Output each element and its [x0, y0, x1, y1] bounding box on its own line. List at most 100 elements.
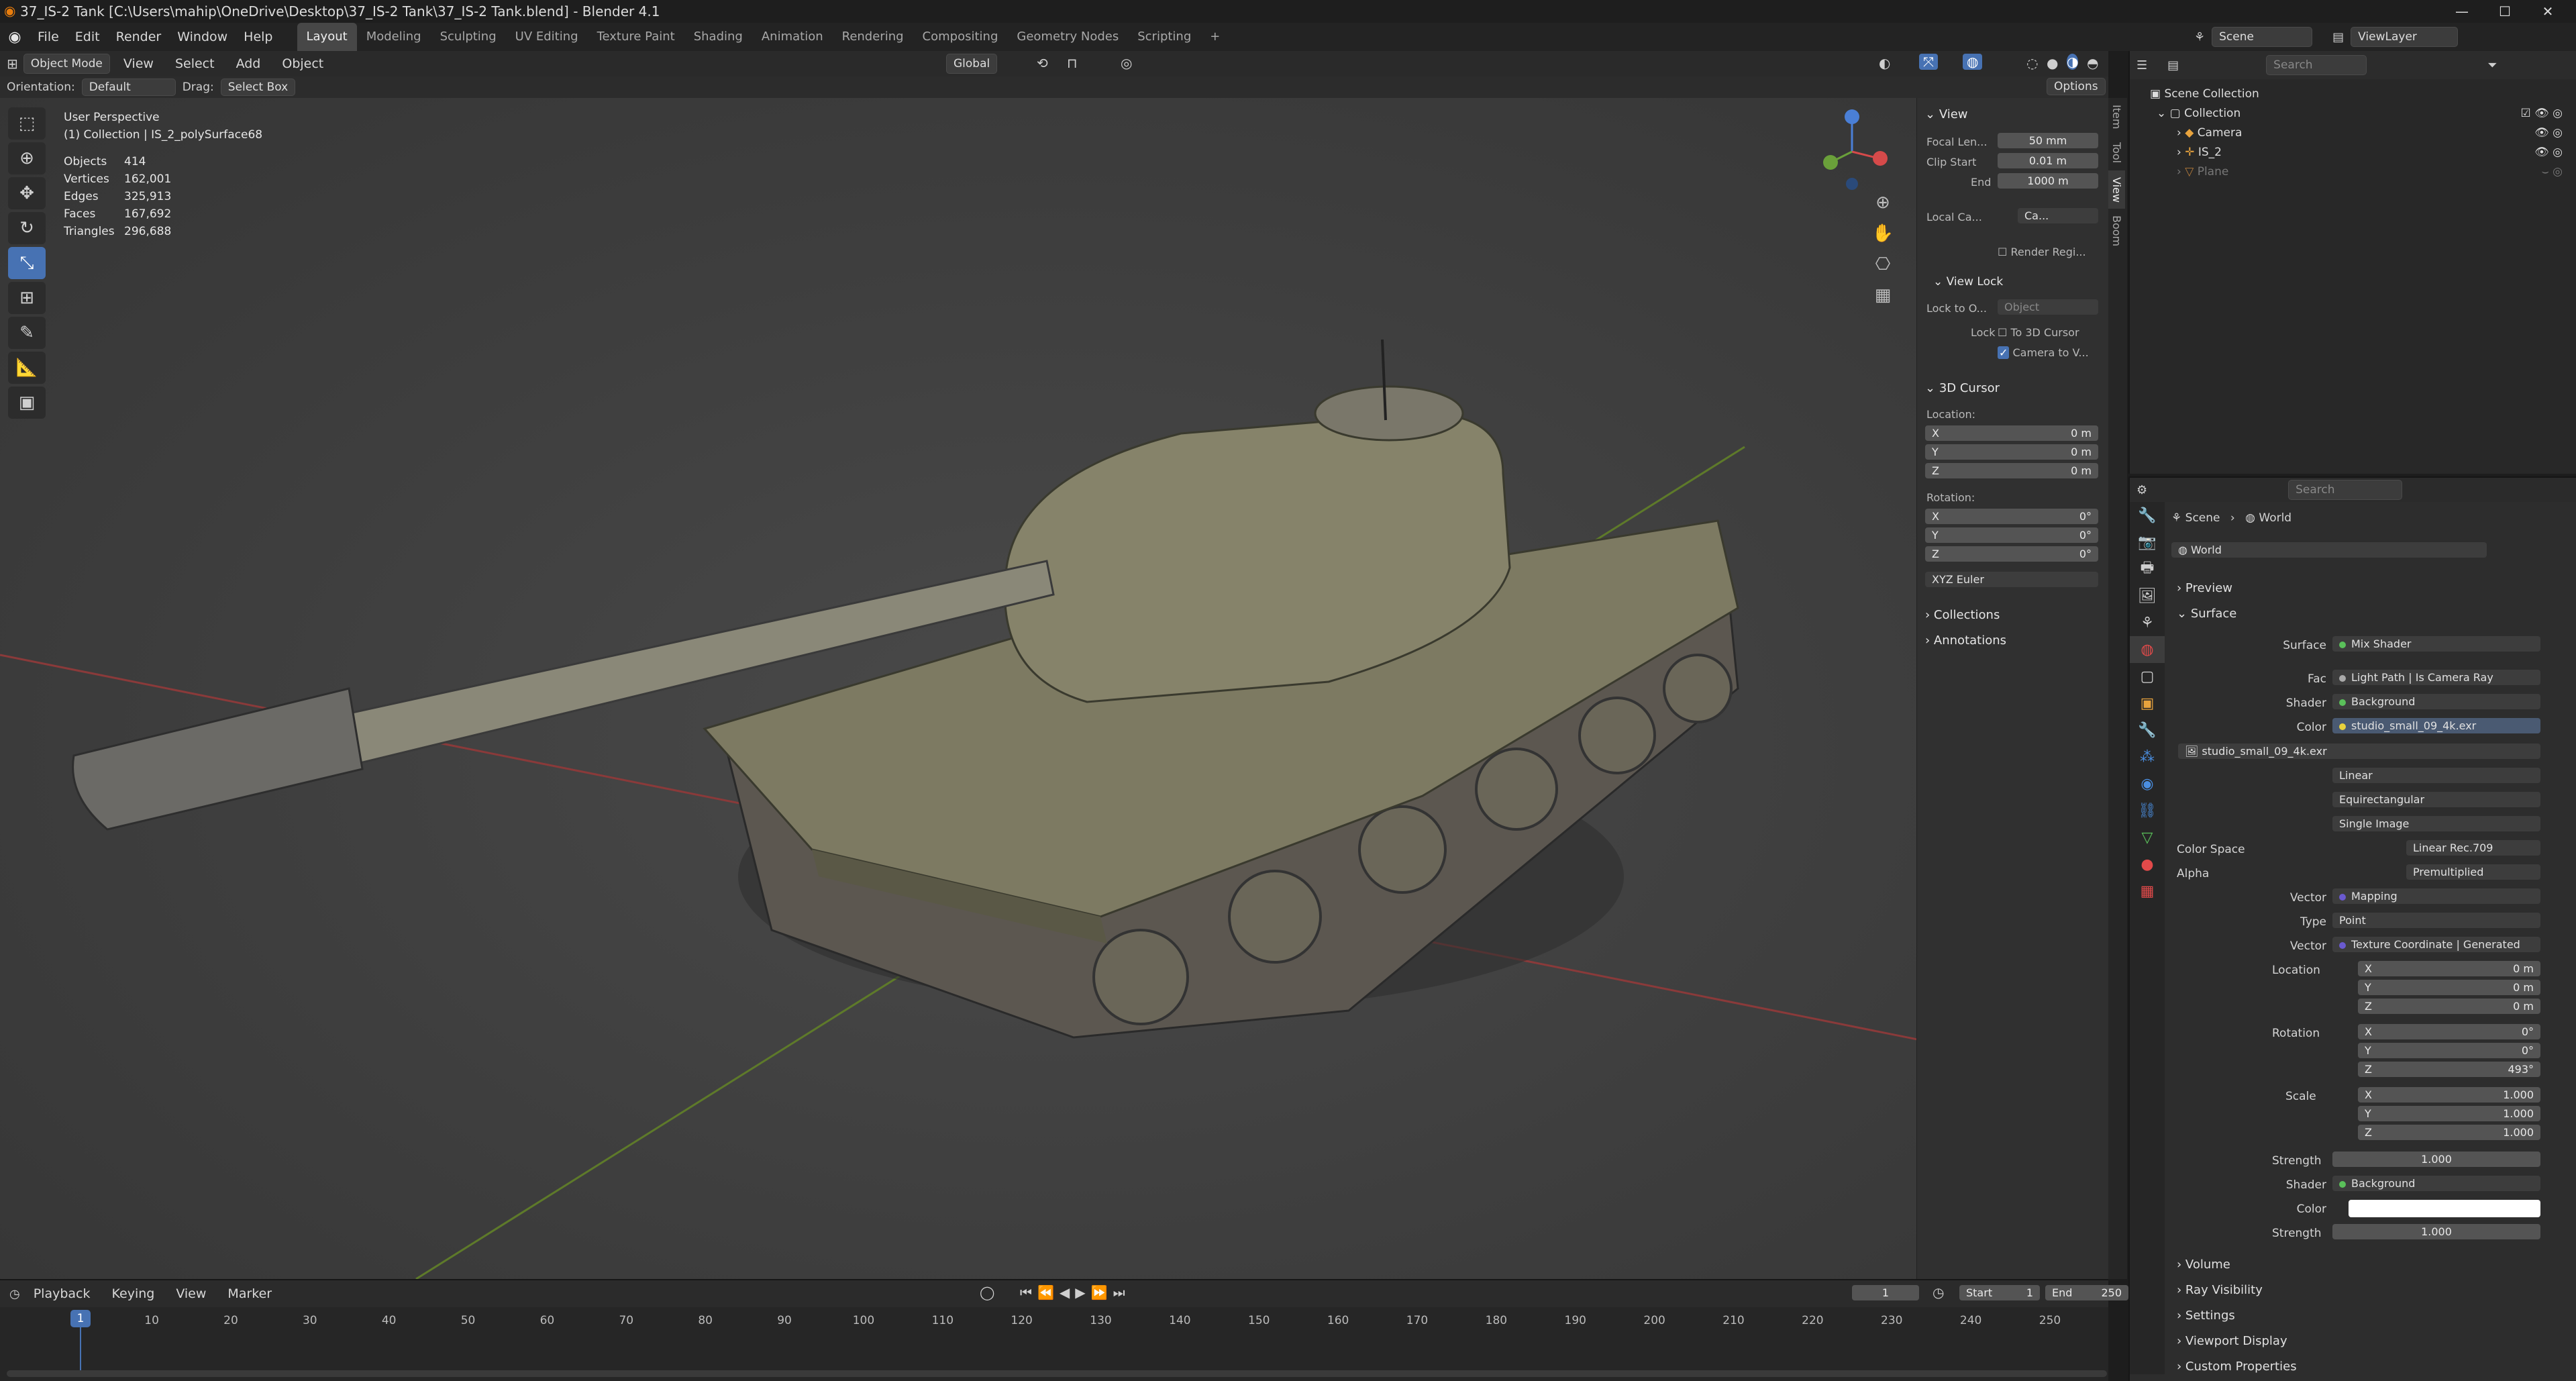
overlay-toggle-icon[interactable]: ◍: [1963, 54, 1983, 70]
annotate-tool-icon[interactable]: ✎: [8, 317, 46, 349]
material-tab-icon[interactable]: ●: [2130, 851, 2165, 878]
tab-animation[interactable]: Animation: [752, 23, 833, 51]
timeline-editor-icon[interactable]: ◷: [9, 1287, 20, 1301]
view-lock-header[interactable]: ⌄ View Lock: [1933, 275, 2003, 289]
preview-range-icon[interactable]: ◷: [1933, 1284, 1944, 1300]
pivot-icon[interactable]: ⟲: [1037, 55, 1048, 71]
world-tab-icon[interactable]: ◍: [2130, 636, 2165, 663]
3d-viewport[interactable]: User Perspective (1) Collection | IS_2_p…: [0, 98, 2108, 1279]
lock-to-object-field[interactable]: Object: [1998, 299, 2098, 315]
preview-panel-header[interactable]: › Preview: [2177, 581, 2232, 595]
shader1-field[interactable]: Background: [2332, 694, 2540, 709]
mapping-loc-x[interactable]: X0 m: [2358, 961, 2540, 976]
mapping-rot-z[interactable]: Z 493°: [2358, 1062, 2540, 1077]
tree-plane[interactable]: › ▽ Plane ⌣ ◎: [2130, 162, 2576, 182]
add-workspace-button[interactable]: +: [1200, 23, 1229, 51]
projection-dropdown[interactable]: Equirectangular: [2332, 792, 2540, 807]
viewlayer-field[interactable]: ViewLayer: [2351, 27, 2459, 47]
tab-item[interactable]: Item: [2108, 98, 2125, 136]
constraints-tab-icon[interactable]: ⛓: [2130, 797, 2165, 824]
move-tool-icon[interactable]: ✥: [8, 177, 46, 209]
settings-panel-header[interactable]: › Settings: [2177, 1309, 2235, 1323]
mapping-rot-x[interactable]: X 0°: [2358, 1024, 2540, 1039]
annotations-header[interactable]: › Annotations: [1925, 633, 2006, 648]
transform-tool-icon[interactable]: ⊞: [8, 282, 46, 314]
surface-shader-field[interactable]: Mix Shader: [2332, 636, 2540, 652]
cursor-tool-icon[interactable]: ⊕: [8, 142, 46, 174]
current-frame-field[interactable]: 1: [1852, 1285, 1919, 1300]
menu-object[interactable]: Object: [274, 51, 331, 76]
menu-edit[interactable]: Edit: [67, 23, 108, 51]
physics-tab-icon[interactable]: ◉: [2130, 770, 2165, 797]
surface-panel-header[interactable]: ⌄ Surface: [2177, 607, 2236, 621]
fac-field[interactable]: Light Path | Is Camera Ray: [2332, 670, 2540, 685]
cursor-loc-z-field[interactable]: Z0 m: [1925, 463, 2098, 478]
3d-cursor-header[interactable]: ⌄ 3D Cursor: [1925, 381, 2000, 395]
vector-texcoord-field[interactable]: Texture Coordinate | Generated: [2332, 937, 2540, 952]
shading-rendered-icon[interactable]: ◓: [2087, 55, 2098, 71]
shading-solid-icon[interactable]: ●: [2047, 55, 2058, 71]
tree-scene-collection[interactable]: ▣ Scene Collection: [2130, 85, 2576, 104]
mapping-scale-z[interactable]: Z 1.000: [2358, 1125, 2540, 1140]
close-button[interactable]: ✕: [2526, 0, 2569, 23]
mode-dropdown[interactable]: Object Mode: [23, 54, 110, 74]
image-datablock-field[interactable]: 🖼 studio_small_09_4k.exr: [2178, 744, 2540, 759]
scene-tab-icon[interactable]: ⚘: [2130, 609, 2165, 636]
clip-end-field[interactable]: 1000 m: [1998, 173, 2098, 189]
clip-start-field[interactable]: 0.01 m: [1998, 153, 2098, 168]
vector-mapping-field[interactable]: Mapping: [2332, 888, 2540, 904]
collection-visibility-icons[interactable]: ☑ 👁 ◎: [2521, 104, 2563, 123]
orientation-dropdown[interactable]: Default: [81, 79, 176, 96]
visibility-icon[interactable]: ◐: [1879, 55, 1890, 71]
render-region-checkbox[interactable]: ☐ Render Regi...: [1998, 246, 2086, 258]
maximize-button[interactable]: ☐: [2483, 0, 2526, 23]
timeline-scrollbar[interactable]: [7, 1370, 2107, 1377]
particles-tab-icon[interactable]: ⁂: [2130, 744, 2165, 770]
tool-tab-icon[interactable]: 🔧: [2130, 502, 2165, 529]
output-tab-icon[interactable]: 🖶: [2130, 556, 2165, 582]
proportional-edit-icon[interactable]: ◎: [1121, 55, 1132, 71]
mapping-scale-x[interactable]: X 1.000: [2358, 1087, 2540, 1103]
is2-visibility-icons[interactable]: 👁 ◎: [2534, 143, 2563, 162]
interpolation-dropdown[interactable]: Linear: [2332, 768, 2540, 783]
display-mode-icon[interactable]: ▤: [2167, 58, 2179, 72]
timeline-view-menu[interactable]: View: [168, 1280, 214, 1307]
zoom-icon[interactable]: ⊕: [1865, 188, 1900, 217]
navigation-gizmo[interactable]: [1812, 105, 1892, 192]
tab-rendering[interactable]: Rendering: [833, 23, 913, 51]
mapping-loc-z[interactable]: Z0 m: [2358, 999, 2540, 1014]
mapping-scale-y[interactable]: Y 1.000: [2358, 1106, 2540, 1121]
tab-sculpting[interactable]: Sculpting: [431, 23, 506, 51]
auto-keying-icon[interactable]: ◯: [980, 1284, 994, 1300]
cursor-rot-y-field[interactable]: Y 0°: [1925, 527, 2098, 543]
end-frame-field[interactable]: End 250: [2045, 1285, 2128, 1300]
ray-visibility-panel-header[interactable]: › Ray Visibility: [2177, 1283, 2263, 1297]
minimize-button[interactable]: —: [2440, 0, 2483, 23]
strength1-field[interactable]: 1.000: [2332, 1152, 2540, 1167]
start-frame-field[interactable]: Start 1: [1959, 1285, 2040, 1300]
ortho-grid-icon[interactable]: ▦: [1865, 280, 1900, 310]
local-camera-field[interactable]: Ca...: [2018, 208, 2098, 223]
select-box-tool-icon[interactable]: ⬚: [8, 107, 46, 140]
marker-menu[interactable]: Marker: [219, 1280, 280, 1307]
menu-window[interactable]: Window: [169, 23, 236, 51]
pan-hand-icon[interactable]: ✋: [1865, 219, 1900, 248]
world-datablock-field[interactable]: ◍ World: [2171, 542, 2487, 558]
viewport-display-panel-header[interactable]: › Viewport Display: [2177, 1334, 2287, 1348]
options-dropdown[interactable]: Options: [2047, 78, 2106, 95]
camera-to-view-checkbox[interactable]: ✓ Camera to V...: [1998, 346, 2089, 359]
filter-icon[interactable]: ⏷: [2487, 58, 2497, 72]
tab-compositing[interactable]: Compositing: [913, 23, 1008, 51]
mapping-rot-y[interactable]: Y 0°: [2358, 1043, 2540, 1058]
tab-uv-editing[interactable]: UV Editing: [506, 23, 588, 51]
tab-boom[interactable]: Boom: [2108, 209, 2125, 253]
source-dropdown[interactable]: Single Image: [2332, 816, 2540, 831]
blender-menu-icon[interactable]: ◉: [0, 29, 30, 46]
focal-length-field[interactable]: 50 mm: [1998, 133, 2098, 148]
drag-dropdown[interactable]: Select Box: [220, 79, 296, 96]
view-layer-tab-icon[interactable]: 🖼: [2130, 582, 2165, 609]
properties-search-input[interactable]: Search: [2288, 480, 2403, 500]
collection-tab-icon[interactable]: ▢: [2130, 663, 2165, 690]
editor-type-icon[interactable]: ⊞: [7, 56, 18, 72]
to-3d-cursor-checkbox[interactable]: ☐ To 3D Cursor: [1998, 326, 2079, 339]
